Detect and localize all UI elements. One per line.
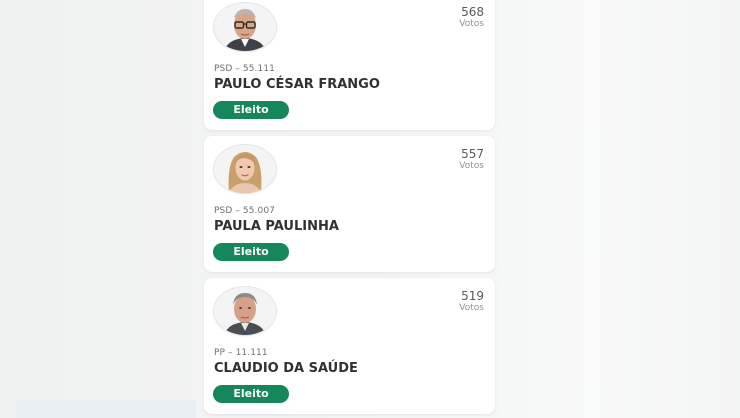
vote-count-block: 557 Votos <box>459 148 484 171</box>
woman-portrait-icon <box>214 145 276 193</box>
bottom-panel-edge <box>16 400 196 418</box>
elected-badge: Eleito <box>213 101 289 119</box>
vote-count: 557 <box>461 147 484 161</box>
candidate-card[interactable]: 557 Votos PSD – 55.007 PAULA PAULINHA El… <box>204 136 495 272</box>
candidate-name: PAULO CÉSAR FRANGO <box>214 77 380 92</box>
page-side-background <box>500 0 740 418</box>
man-with-glasses-icon <box>214 3 276 51</box>
party-number: PSD – 55.007 <box>214 206 275 216</box>
candidate-photo <box>214 145 276 193</box>
elected-badge: Eleito <box>213 243 289 261</box>
vote-count: 568 <box>461 5 484 19</box>
vote-count-block: 519 Votos <box>459 290 484 313</box>
candidate-card[interactable]: 568 Votos PSD – 55.111 PAULO CÉSAR FRANG… <box>204 0 495 130</box>
man-portrait-icon <box>214 287 276 335</box>
candidate-name: CLAUDIO DA SAÚDE <box>214 361 358 376</box>
candidate-photo <box>214 287 276 335</box>
candidate-photo <box>214 3 276 51</box>
candidate-name: PAULA PAULINHA <box>214 219 339 234</box>
vote-count-label: Votos <box>459 161 484 171</box>
results-page: 568 Votos PSD – 55.111 PAULO CÉSAR FRANG… <box>0 0 740 418</box>
candidate-card[interactable]: 519 Votos PP – 11.111 CLAUDIO DA SAÚDE E… <box>204 278 495 414</box>
vote-count: 519 <box>461 289 484 303</box>
party-number: PP – 11.111 <box>214 348 268 358</box>
party-number: PSD – 55.111 <box>214 64 275 74</box>
vote-count-label: Votos <box>459 19 484 29</box>
elected-badge: Eleito <box>213 385 289 403</box>
vote-count-label: Votos <box>459 303 484 313</box>
vote-count-block: 568 Votos <box>459 6 484 29</box>
